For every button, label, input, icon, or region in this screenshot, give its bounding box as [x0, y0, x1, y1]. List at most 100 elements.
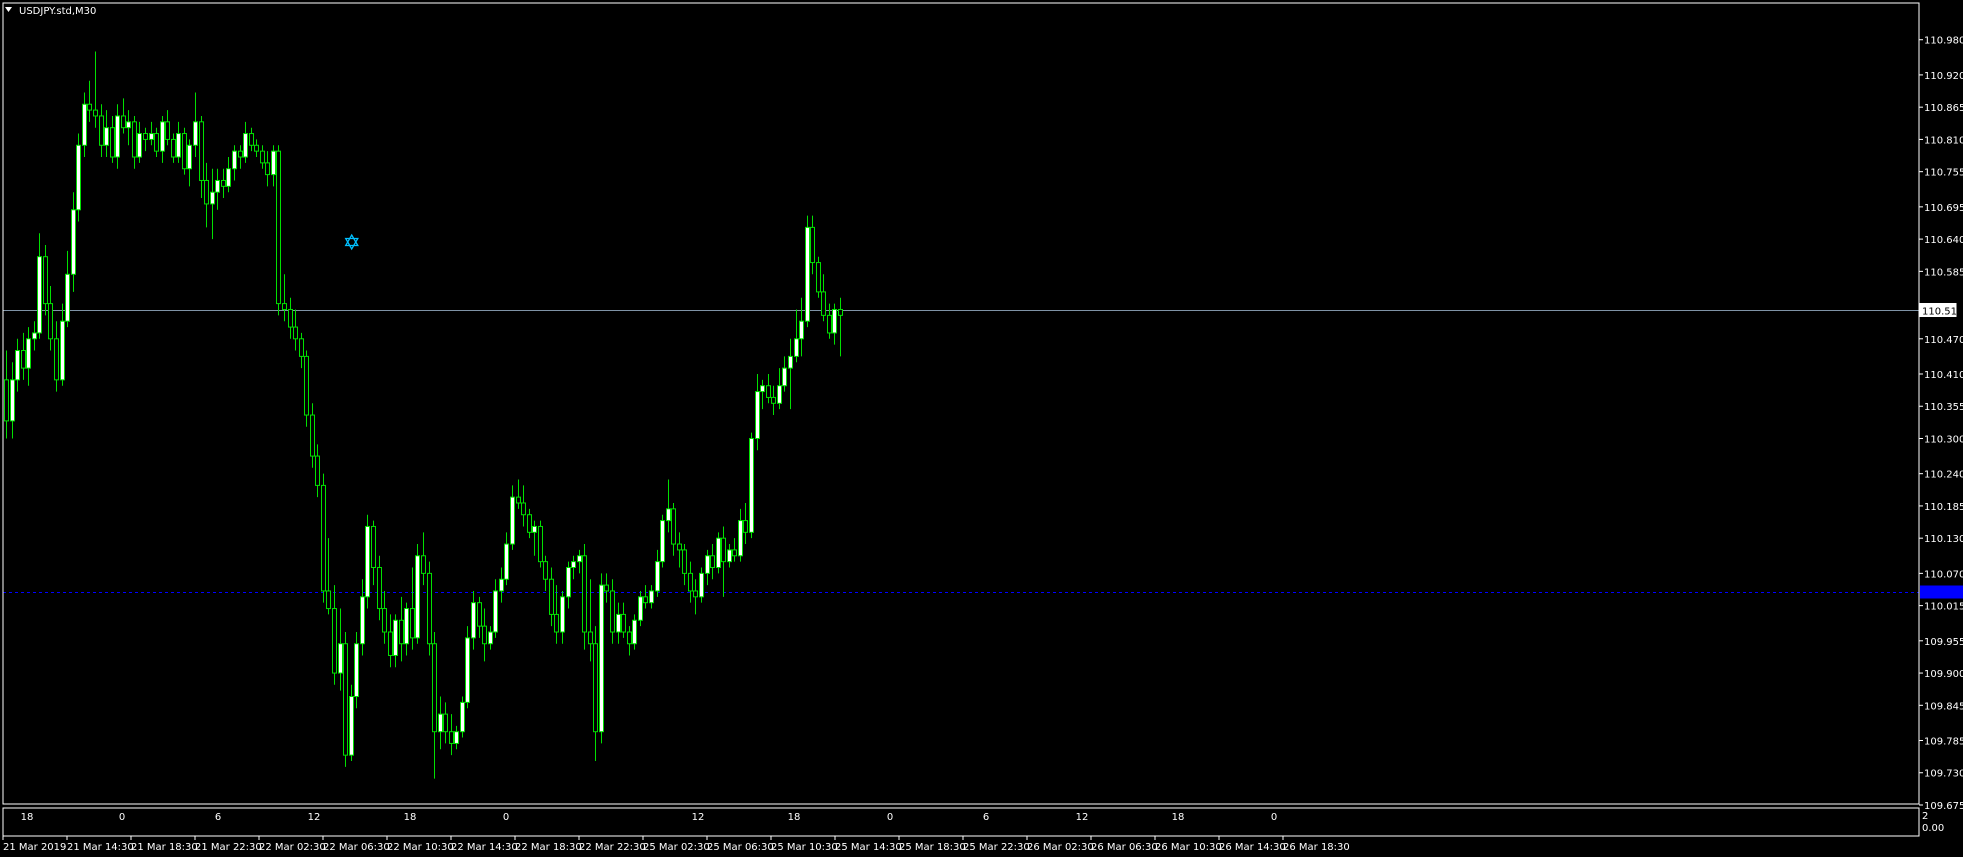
candle-body [477, 602, 482, 627]
candle-body [632, 619, 637, 645]
candle-body [710, 555, 715, 569]
candle-body [743, 520, 748, 533]
time-label: 26 Mar 02:30 [1027, 842, 1094, 853]
candle-body [104, 127, 109, 146]
candle-body [26, 338, 31, 369]
candle-body [143, 133, 148, 140]
candle-body [82, 103, 87, 146]
hour-label: 18 [21, 812, 34, 823]
candle-body [32, 332, 37, 340]
candle-body [660, 520, 665, 563]
candle-body [838, 308, 843, 316]
candle-body [110, 127, 115, 158]
candle-body [182, 133, 187, 170]
price-label: 109.730 [1924, 769, 1963, 780]
price-label: 109.845 [1924, 701, 1963, 712]
candle-body [588, 631, 593, 645]
time-axis: 21 Mar 2019 21 Mar 14:3021 Mar 18:3021 Ma… [2, 836, 1350, 853]
candle-body [48, 303, 53, 340]
candlestick-series [4, 51, 843, 779]
price-label: 110.410 [1924, 370, 1963, 381]
candle-body [727, 549, 732, 563]
candle-body [810, 226, 815, 264]
candle-body [755, 391, 760, 439]
candle-body [171, 138, 176, 158]
subwindow-scale-top: 2 [1922, 811, 1928, 822]
price-label: 110.470 [1924, 335, 1963, 346]
candle-body [115, 115, 120, 158]
candle-body [126, 121, 131, 129]
candle-body [788, 355, 793, 369]
candle-body [677, 543, 682, 551]
time-label: 25 Mar 14:30 [835, 842, 902, 853]
candle-body [827, 314, 832, 334]
price-label: 109.785 [1924, 736, 1963, 747]
candle-body [99, 115, 104, 146]
candle-body [187, 144, 192, 170]
candle-body [771, 396, 776, 404]
candle-body [571, 561, 576, 569]
candle-body [693, 590, 698, 598]
time-label: 25 Mar 02:30 [643, 842, 710, 853]
hour-label: 0 [1271, 812, 1277, 823]
candle-body [516, 496, 521, 504]
candle-body [93, 109, 98, 117]
candle-body [738, 520, 743, 557]
star-triangle-up [344, 233, 359, 247]
candle-body [554, 613, 559, 633]
time-label: 26 Mar 18:30 [1283, 842, 1350, 853]
candle-body [293, 326, 298, 340]
candle-body [288, 308, 293, 328]
candle-body [137, 133, 142, 158]
candle-body [616, 613, 621, 633]
chart-title: USDJPY.std,M30 [19, 6, 96, 17]
price-label: 110.070 [1924, 569, 1963, 580]
candle-body [643, 596, 648, 604]
price-label: 110.185 [1924, 502, 1963, 513]
candle-body [160, 121, 165, 152]
candle-body [682, 549, 687, 574]
candle-body [343, 643, 348, 756]
candle-body [349, 696, 354, 756]
candle-body [249, 133, 254, 146]
time-label: 25 Mar 06:30 [707, 842, 774, 853]
price-label: 110.695 [1924, 203, 1963, 214]
candle-body [699, 572, 704, 598]
candle-body [21, 350, 26, 369]
candle-body [254, 144, 259, 152]
candle-body [649, 590, 654, 604]
candle-body [365, 525, 370, 598]
candle-body [371, 525, 376, 569]
candle-body [543, 561, 548, 580]
price-label: 110.755 [1924, 168, 1963, 179]
candle-body [671, 508, 676, 545]
price-label: 110.980 [1924, 36, 1963, 47]
trading-chart[interactable]: 110.980 110.920 110.865 110.810 110.755 110.6… [0, 0, 1963, 857]
candle-body [260, 150, 265, 164]
candle-body [410, 608, 415, 639]
candle-body [666, 508, 671, 522]
candle-body [65, 273, 70, 322]
time-label: 21 Mar 22:30 [195, 842, 262, 853]
candle-body [415, 555, 420, 639]
star-triangle-down [344, 237, 359, 251]
candle-body [604, 584, 609, 592]
candle-body [816, 262, 821, 293]
candle-body [76, 144, 81, 211]
subwindow-frame [2, 807, 1920, 837]
bid-price-label: 110.519 [1922, 307, 1963, 318]
candle-body [354, 643, 359, 698]
candle-body [521, 502, 526, 516]
candle-body [627, 631, 632, 645]
hour-label: 0 [119, 812, 125, 823]
hour-axis: 18 0 6 12 18 0 12 18 0 6 12 18 0 [21, 812, 1278, 823]
time-label: 26 Mar 10:30 [1155, 842, 1222, 853]
price-label: 109.900 [1924, 669, 1963, 680]
candle-body [782, 367, 787, 387]
candle-body [504, 543, 509, 580]
price-label: 110.810 [1924, 135, 1963, 146]
candle-body [10, 379, 15, 422]
triangle-down-icon[interactable] [5, 7, 12, 12]
candle-body [176, 133, 181, 158]
candle-body [315, 455, 320, 486]
